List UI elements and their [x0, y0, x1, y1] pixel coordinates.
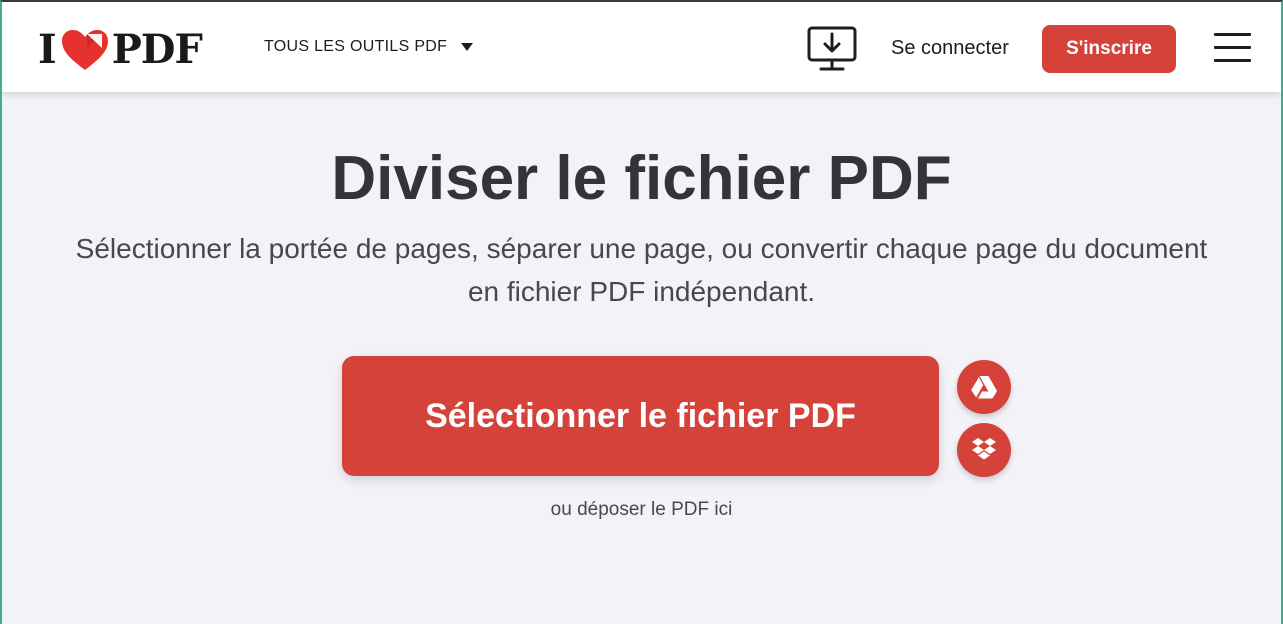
caret-down-icon — [461, 43, 474, 51]
signup-button[interactable]: S'inscrire — [1042, 25, 1176, 73]
top-navbar: I PDF TOUS LES OUTILS PDF Se connecter S… — [2, 2, 1281, 92]
google-drive-icon — [971, 376, 997, 399]
page-subtitle: Sélectionner la portée de pages, séparer… — [75, 233, 1208, 307]
all-tools-dropdown[interactable]: TOUS LES OUTILS PDF — [264, 38, 474, 56]
google-drive-button[interactable] — [957, 360, 1011, 414]
select-pdf-button[interactable]: Sélectionner le fichier PDF — [342, 356, 939, 476]
all-tools-label: TOUS LES OUTILS PDF — [264, 38, 448, 55]
ilovepdf-logo[interactable]: I PDF — [38, 26, 203, 74]
login-link[interactable]: Se connecter — [891, 37, 1009, 60]
heart-icon — [61, 30, 108, 70]
drop-hint-text: ou déposer le PDF ici — [550, 499, 733, 520]
desktop-download-icon[interactable] — [807, 26, 857, 72]
logo-text-left: I — [38, 26, 57, 73]
dropbox-button[interactable] — [957, 423, 1011, 477]
page-title: Diviser le fichier PDF — [331, 144, 952, 213]
dropbox-icon — [972, 438, 996, 460]
logo-text-right: PDF — [111, 26, 203, 73]
hamburger-menu-icon[interactable] — [1214, 33, 1251, 63]
